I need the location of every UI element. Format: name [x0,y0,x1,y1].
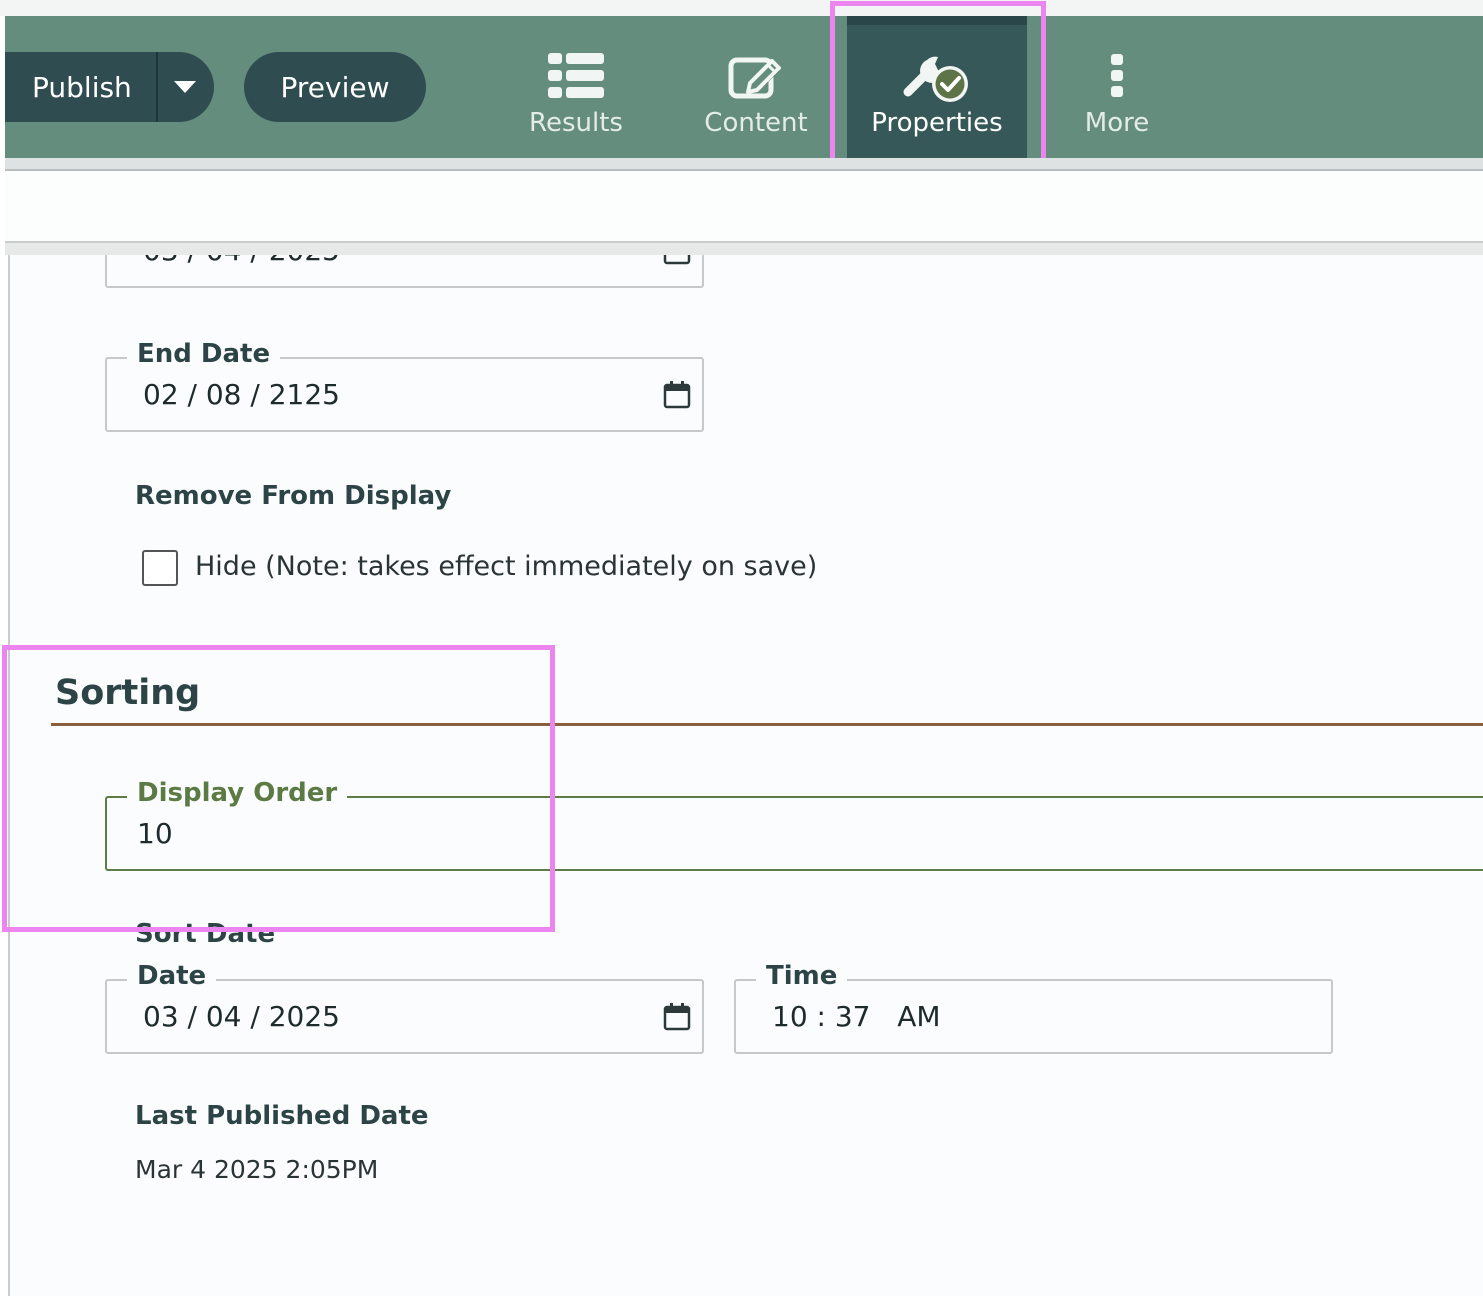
calendar-icon[interactable] [662,380,692,410]
hide-checkbox[interactable] [142,550,178,586]
publish-split-button: Publish [5,52,214,122]
tab-more[interactable]: More [1027,16,1207,158]
window-top-strip [0,0,1483,16]
sort-date-label: Sort Date [135,919,276,949]
last-published-value: Mar 4 2025 2:05PM [135,1155,379,1184]
display-order-value: 10 [137,817,173,850]
hide-checkbox-label[interactable]: Hide (Note: takes effect immediately on … [195,551,817,582]
start-date-field[interactable]: 03 / 04 / 2025 [105,255,704,288]
caret-down-icon [174,81,196,93]
remove-from-display-label: Remove From Display [135,481,452,511]
wrench-check-icon [903,56,968,102]
section-divider [51,723,1483,726]
list-icon [548,53,604,98]
tab-properties[interactable]: Properties [847,16,1027,158]
calendar-icon[interactable] [662,1002,692,1032]
end-date-field[interactable]: End Date 02 / 08 / 2125 [105,339,704,432]
tab-content[interactable]: Content [666,16,846,158]
tab-label: Results [529,108,623,138]
preview-label: Preview [280,70,390,104]
last-published-label: Last Published Date [135,1101,429,1131]
sub-toolbar-divider [5,241,1483,255]
sort-time-field[interactable]: Time 10 : 37 AM [734,961,1333,1054]
publish-label: Publish [32,70,132,104]
tab-label: Properties [871,108,1003,138]
vertical-dots-icon [1111,54,1123,97]
tab-label: More [1084,108,1150,138]
publish-button[interactable]: Publish [5,52,158,122]
calendar-icon[interactable] [662,255,692,266]
publish-dropdown-button[interactable] [158,81,214,93]
properties-panel: 03 / 04 / 2025 End Date 02 / 08 / 2125 R… [8,255,1483,1296]
edit-icon [728,57,781,99]
sub-toolbar [5,171,1483,241]
sort-date-value: 03 / 04 / 2025 [143,1000,340,1033]
tab-results[interactable]: Results [486,16,666,158]
start-date-value: 03 / 04 / 2025 [143,255,340,286]
display-order-field[interactable]: Display Order 10 [105,778,1483,871]
preview-button[interactable]: Preview [244,52,426,122]
sorting-section-title: Sorting [55,673,201,713]
toolbar-divider [5,158,1483,171]
sort-date-field[interactable]: Date 03 / 04 / 2025 [105,961,704,1054]
sort-time-value: 10 : 37 AM [772,1000,941,1033]
end-date-value: 02 / 08 / 2125 [143,378,340,411]
tab-label: Content [704,108,808,138]
